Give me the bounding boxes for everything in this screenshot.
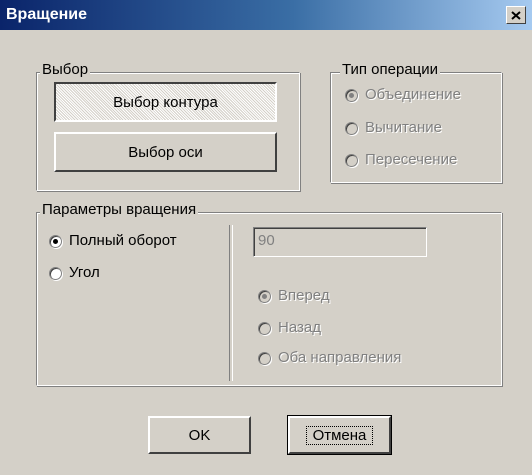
selection-legend: Выбор [40, 61, 91, 79]
direction-forward-radio[interactable]: Вперед [258, 287, 330, 305]
radio-checked-icon [345, 88, 358, 102]
angle-input[interactable]: 90 [253, 227, 427, 257]
radio-icon [49, 266, 62, 280]
select-contour-button[interactable]: Выбор контура [54, 82, 277, 122]
operation-intersect-radio[interactable]: Пересечение [345, 151, 457, 169]
radio-icon [345, 121, 358, 135]
full-turn-radio[interactable]: Полный оборот [49, 232, 177, 250]
close-icon [511, 10, 521, 20]
radio-icon [345, 153, 358, 167]
cancel-button[interactable]: Отмена [287, 415, 392, 455]
vertical-divider [229, 225, 233, 381]
select-axis-button[interactable]: Выбор оси [54, 132, 277, 172]
operation-type-legend: Тип операции [340, 61, 441, 79]
radio-icon [258, 351, 271, 365]
radio-checked-icon [258, 289, 271, 303]
radio-icon [258, 321, 271, 335]
direction-both-radio[interactable]: Оба направления [258, 349, 401, 367]
operation-subtract-radio[interactable]: Вычитание [345, 119, 442, 137]
close-button[interactable] [506, 6, 526, 24]
title-bar[interactable]: Вращение [0, 0, 532, 30]
rotation-params-legend: Параметры вращения [40, 201, 199, 219]
operation-union-radio[interactable]: Объединение [345, 86, 461, 104]
window-title: Вращение [6, 6, 88, 23]
ok-button[interactable]: OK [148, 416, 251, 454]
direction-back-radio[interactable]: Назад [258, 319, 321, 337]
angle-radio[interactable]: Угол [49, 264, 100, 282]
radio-checked-icon [49, 234, 62, 248]
